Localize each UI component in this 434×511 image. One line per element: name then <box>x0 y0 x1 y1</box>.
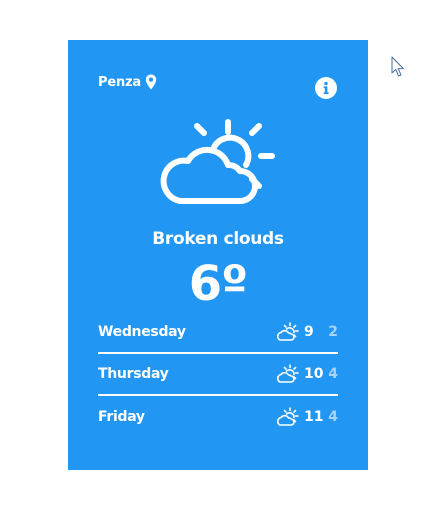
forecast-low: 2 <box>328 324 338 340</box>
forecast-day: Wednesday <box>98 324 186 340</box>
forecast-row: Friday 11 4 <box>98 396 338 438</box>
forecast-low: 4 <box>328 409 338 425</box>
map-pin-icon <box>145 74 157 90</box>
forecast-high: 10 <box>304 366 324 382</box>
forecast-high: 11 <box>304 409 324 425</box>
weather-card: Penza Broken clouds 6º Wednesday 9 2 Thu… <box>68 40 368 470</box>
location-city: Penza <box>98 74 141 90</box>
mouse-pointer-icon <box>391 56 404 77</box>
current-temperature: 6º <box>188 256 248 312</box>
forecast-row: Thursday 10 4 <box>98 354 338 396</box>
forecast-row: Wednesday 9 2 <box>98 312 338 354</box>
forecast-day: Friday <box>98 409 145 425</box>
partly-cloudy-icon <box>277 322 299 341</box>
info-icon <box>323 81 329 94</box>
forecast-day: Thursday <box>98 366 169 382</box>
location: Penza <box>98 74 157 90</box>
partly-cloudy-icon <box>277 407 299 426</box>
partly-cloudy-icon <box>277 364 299 383</box>
forecast-list: Wednesday 9 2 Thursday 10 4 Friday 11 4 <box>98 312 338 438</box>
current-condition: Broken clouds <box>152 229 284 249</box>
partly-cloudy-icon <box>160 119 275 204</box>
forecast-high: 9 <box>304 324 314 340</box>
forecast-low: 4 <box>328 366 338 382</box>
info-button[interactable] <box>315 77 337 99</box>
